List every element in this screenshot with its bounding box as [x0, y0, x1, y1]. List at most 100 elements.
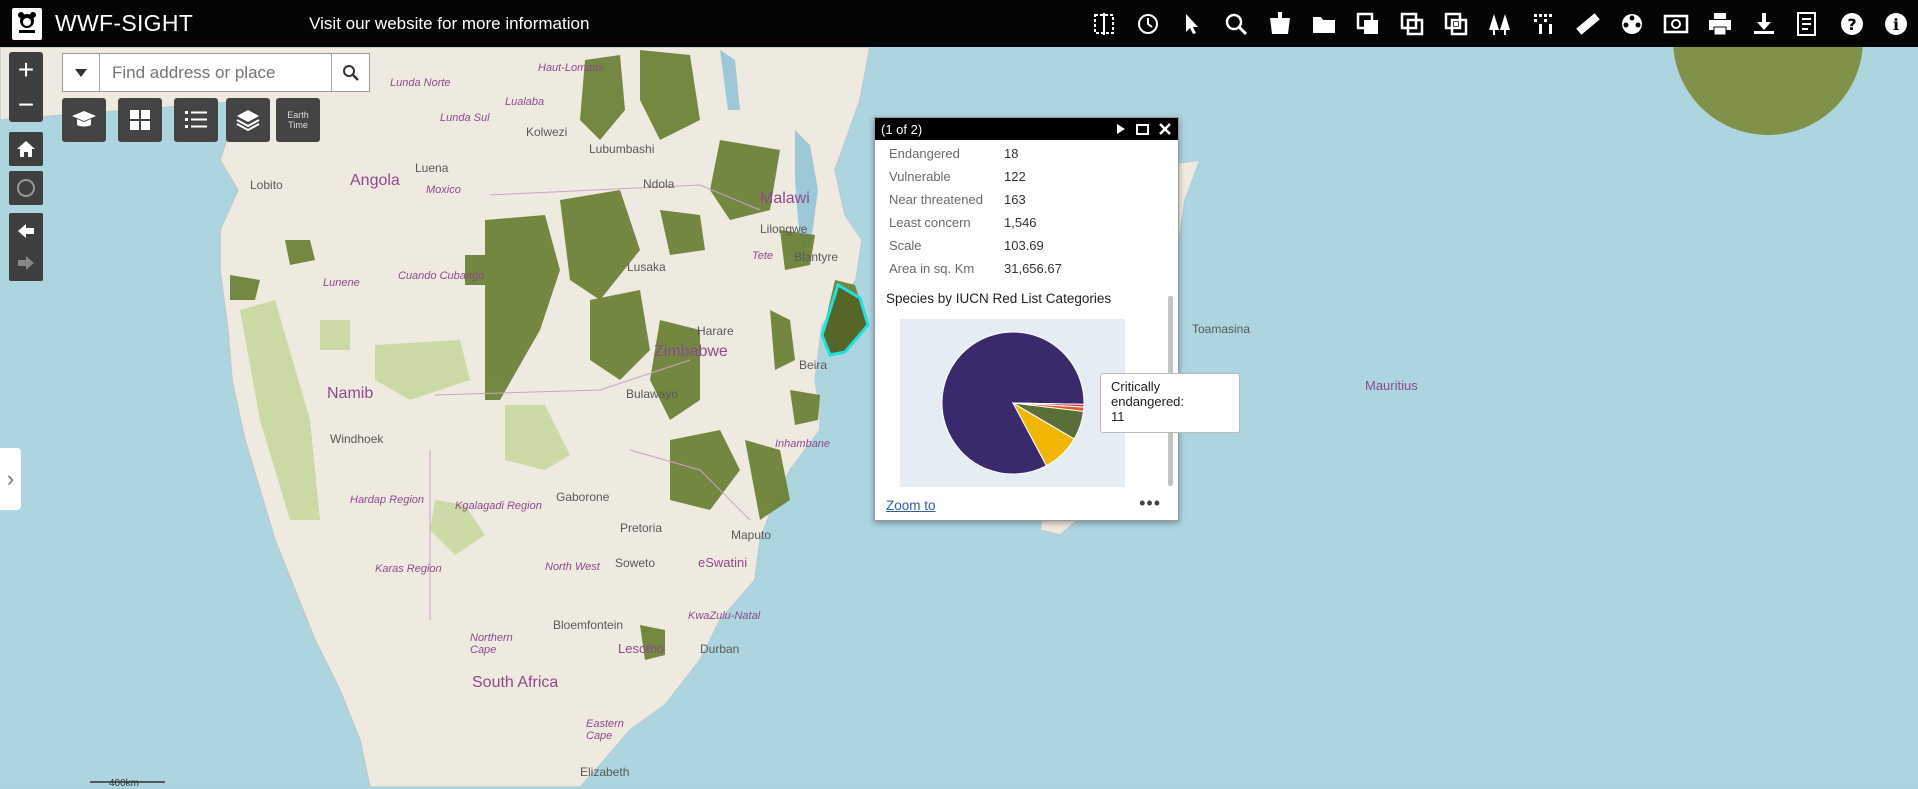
- search-source-dropdown[interactable]: [63, 54, 100, 91]
- country-label: South Africa: [472, 674, 559, 691]
- map-label: Lunene: [323, 277, 360, 289]
- chart-area: [900, 319, 1125, 487]
- measure-icon[interactable]: [1566, 0, 1610, 47]
- query-icon[interactable]: [1214, 0, 1258, 47]
- attribute-row: Vulnerable 122: [889, 165, 1159, 188]
- screenshot-icon[interactable]: [1654, 0, 1698, 47]
- map-label: Tete: [752, 250, 774, 262]
- map-label: Beira: [799, 358, 828, 372]
- map-label: Pretoria: [620, 521, 663, 535]
- zoom-to-link[interactable]: Zoom to: [886, 498, 936, 513]
- add-data-icon[interactable]: [1258, 0, 1302, 47]
- side-panel-toggle[interactable]: ›: [0, 448, 21, 510]
- svg-text:?: ?: [1847, 15, 1856, 34]
- search-button[interactable]: [331, 54, 369, 91]
- map-label: North West: [545, 561, 600, 573]
- list-icon: [185, 111, 207, 128]
- map-label: Ndola: [643, 177, 675, 191]
- search-bar: [62, 53, 370, 92]
- map-label: Lobito: [250, 178, 283, 192]
- map-label: Lilongwe: [760, 222, 808, 236]
- next-feature-icon[interactable]: [1116, 124, 1126, 134]
- tooltip-line: endangered:: [1111, 394, 1185, 409]
- map-label: Maputo: [731, 528, 772, 542]
- folder-icon[interactable]: [1302, 0, 1346, 47]
- chart-tooltip: Critically endangered: 11: [1100, 373, 1240, 433]
- overlay-icon[interactable]: [1346, 0, 1390, 47]
- earth-time-button[interactable]: Earth Time: [276, 98, 320, 142]
- attribute-row: Endangered 18: [889, 142, 1159, 165]
- attribute-value: 103.69: [1004, 238, 1044, 253]
- pie-chart[interactable]: [900, 319, 1125, 487]
- attribute-key: Near threatened: [889, 192, 983, 207]
- search-icon: [342, 64, 359, 81]
- print-icon[interactable]: [1698, 0, 1742, 47]
- map-label: Karas Region: [375, 563, 442, 575]
- home-icon: [17, 141, 35, 157]
- tooltip-value: 11: [1111, 409, 1125, 424]
- map-label: Northern Cape: [470, 632, 513, 656]
- map-label: Soweto: [615, 556, 656, 570]
- earth-time-label-1: Earth: [287, 110, 309, 120]
- attribute-row: Near threatened 163: [889, 188, 1159, 211]
- map-label: Toamasina: [1192, 322, 1251, 336]
- country-label: Angola: [350, 172, 400, 189]
- chart-title: Species by IUCN Red List Categories: [886, 291, 1112, 306]
- website-link[interactable]: Visit our website for more information: [309, 14, 589, 34]
- help-icon[interactable]: ?: [1830, 0, 1874, 47]
- svg-text:i: i: [1893, 15, 1899, 34]
- forward-arrow-icon[interactable]: [15, 252, 37, 274]
- select-icon[interactable]: [1170, 0, 1214, 47]
- analysis-icon[interactable]: [1390, 0, 1434, 47]
- search-input[interactable]: [100, 61, 324, 84]
- maximize-icon[interactable]: [1136, 123, 1149, 135]
- info-icon[interactable]: i: [1874, 0, 1918, 47]
- swipe-icon[interactable]: [1082, 0, 1126, 47]
- zoom-out-button[interactable]: −: [9, 87, 43, 122]
- close-icon[interactable]: [1159, 123, 1171, 135]
- map-label: Mauritius: [1365, 378, 1418, 393]
- home-button[interactable]: [9, 132, 43, 166]
- map-label: Elizabeth: [580, 765, 630, 779]
- locate-button[interactable]: [9, 171, 43, 205]
- grid-icon: [130, 110, 150, 130]
- layer-list-button[interactable]: [226, 98, 270, 142]
- film-icon[interactable]: [1610, 0, 1654, 47]
- layers-icon: [236, 110, 260, 132]
- back-arrow-icon[interactable]: [15, 220, 37, 242]
- zoom-in-button[interactable]: +: [9, 52, 43, 87]
- map-label: Luena: [415, 161, 449, 175]
- country-label: Lesotho: [618, 641, 665, 656]
- attribute-key: Vulnerable: [889, 169, 951, 184]
- attribute-key: Scale: [889, 238, 922, 253]
- map-label: Harare: [697, 324, 734, 338]
- more-actions-button[interactable]: •••: [1139, 493, 1161, 514]
- map-label: Namib: [327, 385, 374, 402]
- map-label: Cuando Cubango: [398, 270, 485, 282]
- chart-icon[interactable]: [1522, 0, 1566, 47]
- report-icon[interactable]: [1786, 0, 1830, 47]
- popup-scrollbar[interactable]: [1168, 142, 1175, 490]
- map-label: Lusaka: [627, 260, 666, 274]
- earth-time-label-2: Time: [288, 120, 308, 130]
- popup-pagination: (1 of 2): [881, 121, 923, 137]
- filter-icon[interactable]: [1434, 0, 1478, 47]
- chevron-down-icon: [75, 68, 87, 77]
- extent-nav: [9, 213, 43, 281]
- basemap-gallery-button[interactable]: [118, 98, 162, 142]
- about-button[interactable]: [62, 98, 106, 142]
- history-icon[interactable]: [1126, 0, 1170, 47]
- map-label: Malawi: [760, 190, 810, 207]
- map-label: Inhambane: [775, 438, 831, 450]
- legend-button[interactable]: [174, 98, 218, 142]
- map-label: Hardap Region: [350, 494, 424, 506]
- attribute-row: Scale 103.69: [889, 234, 1159, 257]
- map-label: Gaborone: [556, 490, 610, 504]
- feature-popup: (1 of 2) Endangered 18 Vulnerable 122 Near…: [874, 117, 1179, 521]
- map-label: Lunda Sul: [440, 112, 490, 124]
- download-icon[interactable]: [1742, 0, 1786, 47]
- map-label: Kolwezi: [526, 125, 568, 139]
- forest-icon[interactable]: [1478, 0, 1522, 47]
- scale-label: 400km: [109, 778, 140, 789]
- map-label: eSwatini: [698, 555, 748, 570]
